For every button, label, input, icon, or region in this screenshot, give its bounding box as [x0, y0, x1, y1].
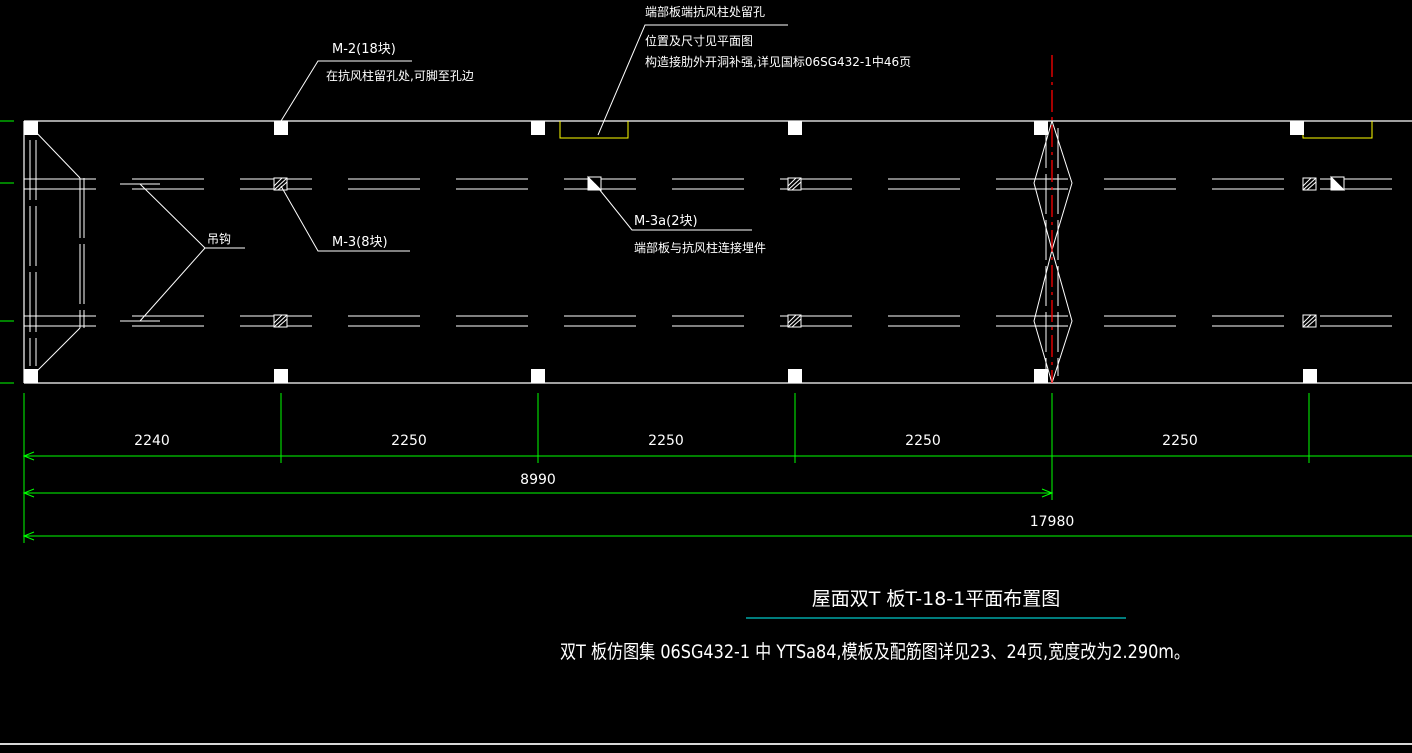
- m2-note: 在抗风柱留孔处,可脚至孔边: [326, 68, 474, 83]
- m3a-plate: [587, 175, 603, 191]
- dim-total: 17980: [1030, 514, 1075, 530]
- m2-plate: [274, 121, 288, 135]
- left-end-detail: [29, 127, 85, 377]
- cad-drawing: M-2(18块) 在抗风柱留孔处,可脚至孔边 端部板端抗风柱处留孔 位置及尺寸见…: [0, 4, 1412, 663]
- m2-plate: [531, 369, 545, 383]
- m2-plate: [1034, 369, 1048, 383]
- dim-span-3: 2250: [648, 433, 684, 449]
- m3-plate: [273, 314, 288, 328]
- m3a-plate: [1330, 175, 1346, 191]
- opening-right: [1302, 121, 1373, 139]
- dimension-lines: [23, 393, 1412, 543]
- rib-line-upper: [24, 178, 1412, 190]
- dim-span-2: 2250: [391, 433, 427, 449]
- m3a-label: M-3a(2块): [634, 214, 698, 229]
- m3-plates: [273, 177, 1317, 328]
- dim-half-total: 8990: [520, 472, 556, 488]
- m3-plate: [273, 177, 288, 191]
- m2-plate: [1034, 121, 1048, 135]
- rib-line-lower: [24, 315, 1412, 327]
- m3-label: M-3(8块): [332, 235, 388, 250]
- dim-span-5: 2250: [1162, 433, 1198, 449]
- m2-plate: [24, 369, 38, 383]
- m2-plate: [788, 369, 802, 383]
- m3-plate: [787, 314, 802, 328]
- m2-plate: [1303, 369, 1317, 383]
- m2-label: M-2(18块): [332, 42, 396, 57]
- m2-plate: [24, 121, 38, 135]
- dimension-arrows: [22, 451, 1054, 541]
- m3-plate: [1302, 314, 1317, 328]
- dim-span-1: 2240: [134, 433, 170, 449]
- drawing-subtitle: 双T 板仿图集 06SG432-1 中 YTSa84,模板及配筋图详见23、24…: [560, 641, 1190, 663]
- m3-plate: [1302, 177, 1317, 191]
- left-grid-ticks: [0, 120, 14, 384]
- top-note-line2: 构造接肋外开洞补强,详见国标06SG432-1中46页: [645, 54, 911, 69]
- hook-label: 吊钩: [207, 232, 231, 246]
- slab-joint: [1033, 120, 1073, 384]
- drawing-title: 屋面双T 板T-18-1平面布置图: [812, 588, 1061, 610]
- m2-plate: [531, 121, 545, 135]
- m3-plate: [787, 177, 802, 191]
- m2-plate: [1290, 121, 1304, 135]
- bottom-rule: [0, 743, 1412, 745]
- opening-left: [559, 121, 629, 139]
- m2-plate: [274, 369, 288, 383]
- top-note-head: 端部板端抗风柱处留孔: [645, 4, 765, 19]
- top-note-line1: 位置及尺寸见平面图: [645, 33, 753, 48]
- lifting-hooks: [120, 183, 160, 322]
- dim-span-4: 2250: [905, 433, 941, 449]
- m2-plate: [788, 121, 802, 135]
- m3a-note: 端部板与抗风柱连接埋件: [634, 240, 766, 255]
